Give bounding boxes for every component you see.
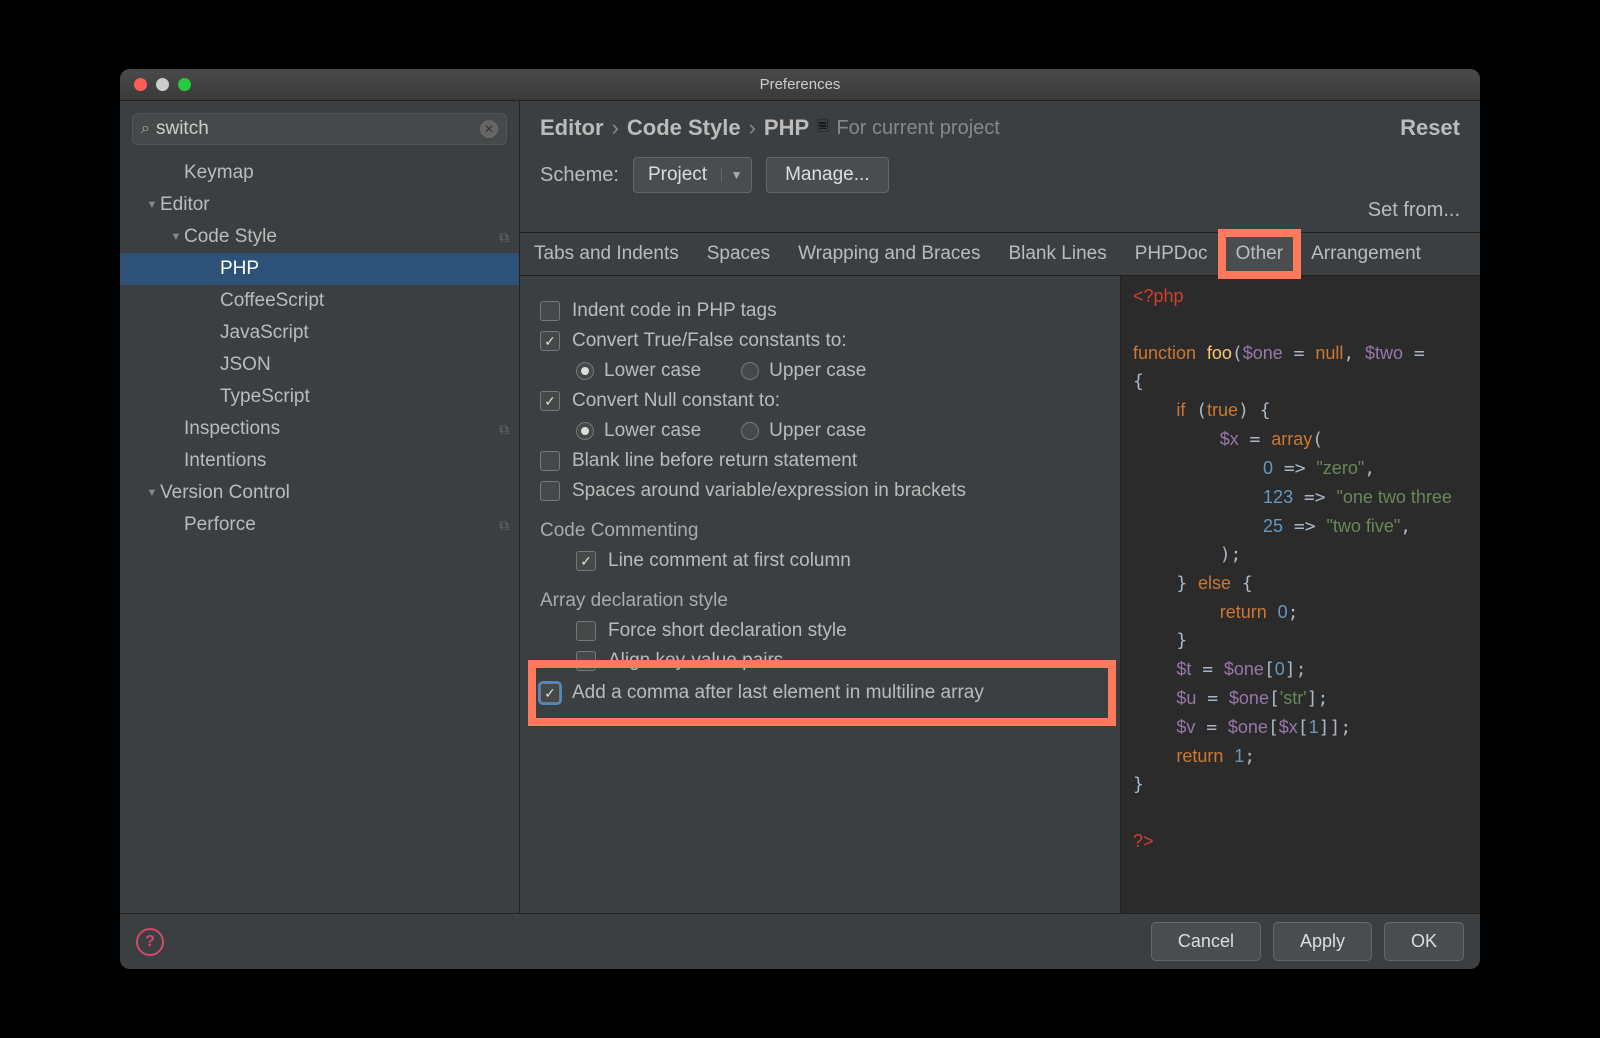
search-field[interactable]: ⌕ ✕ <box>132 113 507 145</box>
indent-php-checkbox[interactable] <box>540 301 560 321</box>
preferences-window: Preferences ⌕ ✕ Keymap▼Editor▼Code Style… <box>120 69 1480 969</box>
tab-phpdoc[interactable]: PHPDoc <box>1121 233 1222 275</box>
search-icon: ⌕ <box>141 120 150 138</box>
copy-icon: ⧉ <box>499 229 509 246</box>
tree-item-intentions[interactable]: Intentions <box>120 445 519 477</box>
chevron-down-icon: ▼ <box>721 168 751 182</box>
truefalse-upper-radio[interactable]: Upper case <box>741 360 866 382</box>
minimize-window-button[interactable] <box>156 78 169 91</box>
zoom-window-button[interactable] <box>178 78 191 91</box>
search-input[interactable] <box>156 118 474 140</box>
tab-arrangement[interactable]: Arrangement <box>1297 233 1435 275</box>
copy-icon: ⧉ <box>499 517 509 534</box>
breadcrumb: Editor › Code Style › PHP 🗏 For current … <box>520 101 1480 147</box>
tree-item-editor[interactable]: ▼Editor <box>120 189 519 221</box>
tab-tabs-and-indents[interactable]: Tabs and Indents <box>520 233 693 275</box>
tree-item-inspections[interactable]: Inspections⧉ <box>120 413 519 445</box>
tree-item-typescript[interactable]: TypeScript <box>120 381 519 413</box>
project-scope-icon: 🗏 <box>817 116 828 140</box>
settings-tree: Keymap▼Editor▼Code Style⧉PHPCoffeeScript… <box>120 153 519 913</box>
cancel-button[interactable]: Cancel <box>1151 922 1261 961</box>
line-comment-checkbox[interactable] <box>576 551 596 571</box>
tab-bar: Tabs and IndentsSpacesWrapping and Brace… <box>520 232 1480 276</box>
convert-null-checkbox[interactable] <box>540 391 560 411</box>
tree-item-php[interactable]: PHP <box>120 253 519 285</box>
null-upper-radio[interactable]: Upper case <box>741 420 866 442</box>
tree-item-javascript[interactable]: JavaScript <box>120 317 519 349</box>
dialog-footer: ? Cancel Apply OK <box>120 913 1480 969</box>
reset-link[interactable]: Reset <box>1400 115 1460 141</box>
blank-return-checkbox[interactable] <box>540 451 560 471</box>
tab-blank-lines[interactable]: Blank Lines <box>994 233 1120 275</box>
options-panel: Indent code in PHP tags Convert True/Fal… <box>520 276 1120 913</box>
trailing-comma-checkbox[interactable] <box>540 683 560 703</box>
titlebar: Preferences <box>120 69 1480 101</box>
align-kv-checkbox[interactable] <box>576 651 596 671</box>
tree-item-json[interactable]: JSON <box>120 349 519 381</box>
apply-button[interactable]: Apply <box>1273 922 1372 961</box>
copy-icon: ⧉ <box>499 421 509 438</box>
ok-button[interactable]: OK <box>1384 922 1464 961</box>
tree-item-perforce[interactable]: Perforce⧉ <box>120 509 519 541</box>
convert-truefalse-checkbox[interactable] <box>540 331 560 351</box>
manage-button[interactable]: Manage... <box>766 157 889 193</box>
clear-search-icon[interactable]: ✕ <box>480 120 498 138</box>
code-commenting-section: Code Commenting <box>540 520 1104 542</box>
null-lower-radio[interactable]: Lower case <box>576 420 701 442</box>
close-window-button[interactable] <box>134 78 147 91</box>
spaces-brackets-checkbox[interactable] <box>540 481 560 501</box>
tree-item-coffeescript[interactable]: CoffeeScript <box>120 285 519 317</box>
tree-item-keymap[interactable]: Keymap <box>120 157 519 189</box>
force-short-checkbox[interactable] <box>576 621 596 641</box>
help-icon[interactable]: ? <box>136 928 164 956</box>
tree-item-code-style[interactable]: ▼Code Style⧉ <box>120 221 519 253</box>
tab-other[interactable]: Other <box>1222 233 1298 275</box>
tab-wrapping-and-braces[interactable]: Wrapping and Braces <box>784 233 994 275</box>
scheme-label: Scheme: <box>540 164 619 187</box>
array-declaration-section: Array declaration style <box>540 590 1104 612</box>
set-from-link[interactable]: Set from... <box>1368 199 1480 222</box>
tab-spaces[interactable]: Spaces <box>693 233 784 275</box>
highlighted-option: Add a comma after last element in multil… <box>534 666 1110 720</box>
truefalse-lower-radio[interactable]: Lower case <box>576 360 701 382</box>
window-title: Preferences <box>760 76 841 93</box>
scheme-select[interactable]: Project ▼ <box>633 157 752 193</box>
code-preview: <?php function foo($one = null, $two = {… <box>1120 276 1480 913</box>
sidebar: ⌕ ✕ Keymap▼Editor▼Code Style⧉PHPCoffeeSc… <box>120 101 520 913</box>
tree-item-version-control[interactable]: ▼Version Control <box>120 477 519 509</box>
